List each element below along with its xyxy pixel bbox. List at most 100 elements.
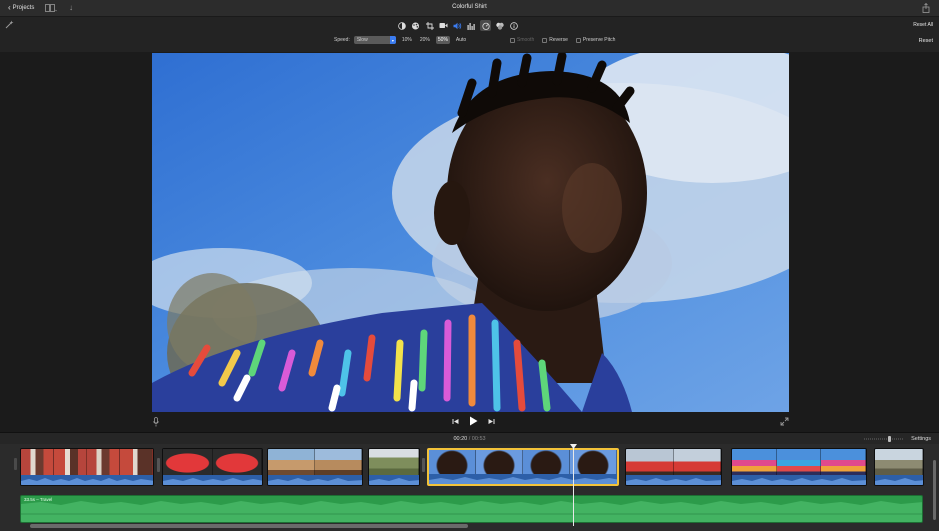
video-clip[interactable] [368,448,420,486]
skip-forward-icon[interactable] [488,418,495,425]
clip-thumbnail [369,449,419,477]
clip-thumbnail [120,449,153,477]
skip-back-icon[interactable] [452,418,459,425]
speed-label: Speed: [334,37,350,43]
reverse-checkbox-box[interactable] [542,37,548,43]
clip-audio-waveform [163,475,262,485]
fullscreen-icon[interactable] [780,417,789,426]
smooth-checkbox-box[interactable] [510,37,515,43]
speed-controls: Speed: Slow ▾ 10% 20% 50% Auto [334,36,468,44]
preserve-pitch-checkbox[interactable]: Preserve Pitch [575,37,616,43]
clip-thumbnail [163,449,213,477]
playhead-handle[interactable] [570,444,577,449]
timeline-horizontal-scrollbar[interactable] [30,524,468,528]
clip-thumbnails [875,449,923,477]
clip-thumbnails [369,449,419,477]
clip-thumbnail [21,449,54,477]
clip-thumbnails [626,449,721,477]
color-correction-icon[interactable] [410,20,421,31]
timeline-header: 00:20 / 00:53 Settings [0,432,939,444]
video-clip[interactable] [731,448,867,486]
clip-audio-waveform [268,475,362,485]
smooth-checkbox[interactable]: Smooth [510,37,534,43]
selected-video-clip[interactable] [427,448,619,486]
clip-thumbnails [163,449,262,477]
clip-thumbnails [268,449,362,477]
video-clip[interactable] [874,448,924,486]
timeline-start-handle [14,458,17,470]
clip-audio-waveform [21,475,153,485]
clip-thumbnail [673,449,721,477]
volume-icon[interactable] [452,20,463,31]
clip-thumbnail [626,449,674,477]
time-separator: / [468,436,471,442]
transition-marker[interactable] [157,458,160,472]
timecode: 00:20 / 00:53 [0,436,939,442]
stabilization-icon[interactable] [438,20,449,31]
clip-audio-waveform [626,475,721,485]
clip-thumbnail [875,449,923,477]
video-clip[interactable] [625,448,722,486]
speed-option-10[interactable]: 10% [400,36,414,44]
clip-audio-waveform [369,475,419,485]
magic-wand-icon[interactable] [5,20,14,29]
title-bar: ‹ Projects ↓ Colorful Shirt [0,0,939,17]
playback-controls [452,416,495,426]
clip-thumbnail [87,449,120,477]
speed-option-auto[interactable]: Auto [454,36,468,44]
clip-thumbnails [732,449,866,477]
music-waveform [21,501,922,522]
project-title: Colorful Shirt [452,4,487,10]
clip-thumbnails [21,449,153,477]
chevron-down-icon: ▾ [389,36,396,44]
speed-option-50[interactable]: 50% [435,36,450,44]
timeline-settings-button[interactable]: Settings [911,436,931,442]
music-track-label: 33.5s – Travel [24,497,53,502]
transition-marker[interactable] [422,458,425,472]
share-icon[interactable] [922,3,930,13]
reset-all-button[interactable]: Reset All [913,22,933,28]
video-clip[interactable] [267,448,363,486]
speed-select[interactable]: Slow ▾ [353,36,396,44]
video-preview [152,53,789,412]
zoom-slider[interactable] [864,436,904,442]
video-clip[interactable] [20,448,154,486]
play-icon[interactable] [469,416,478,426]
clip-audio-waveform [732,475,866,485]
speed-icon[interactable] [480,20,491,31]
background-music-track[interactable]: 33.5s – Travel [20,495,923,523]
color-balance-icon[interactable] [396,20,407,31]
timeline-vertical-scrollbar[interactable] [933,460,936,520]
clip-thumbnail [315,449,362,477]
clip-thumbnail [732,449,777,477]
preserve-pitch-label: Preserve Pitch [582,37,616,43]
playhead[interactable] [573,444,574,526]
clip-thumbnail [268,449,315,477]
crop-icon[interactable] [424,20,435,31]
speed-option-20[interactable]: 20% [418,36,432,44]
adjustments-toolbar: Reset All Speed: Slow ▾ 10% 20% 50% Auto… [0,17,939,52]
video-clip[interactable] [162,448,263,486]
preserve-pitch-checkbox-box[interactable] [575,37,581,43]
clip-thumbnail [54,449,87,477]
smooth-label: Smooth [517,37,535,43]
reset-button[interactable]: Reset [919,38,933,44]
clip-thumbnail [776,449,822,477]
microphone-icon[interactable] [153,417,159,427]
equalizer-icon[interactable] [466,20,477,31]
reverse-label: Reverse [549,37,568,43]
speed-checkboxes: Smooth Reverse Preserve Pitch [510,37,615,43]
current-time: 00:20 [453,436,468,442]
timeline: 33.5s – Travel [0,444,939,531]
reverse-checkbox[interactable]: Reverse [542,37,568,43]
clip-thumbnail [821,449,866,477]
clip-audio-waveform [875,475,923,485]
adjustment-icons [396,20,519,31]
total-duration: 00:53 [471,436,486,442]
clip-audio-waveform [429,474,617,484]
noise-reduction-icon[interactable] [494,20,505,31]
speed-select-value: Slow [356,37,368,43]
clip-info-icon[interactable] [508,20,519,31]
viewer [0,52,939,432]
clip-thumbnail [212,449,262,477]
